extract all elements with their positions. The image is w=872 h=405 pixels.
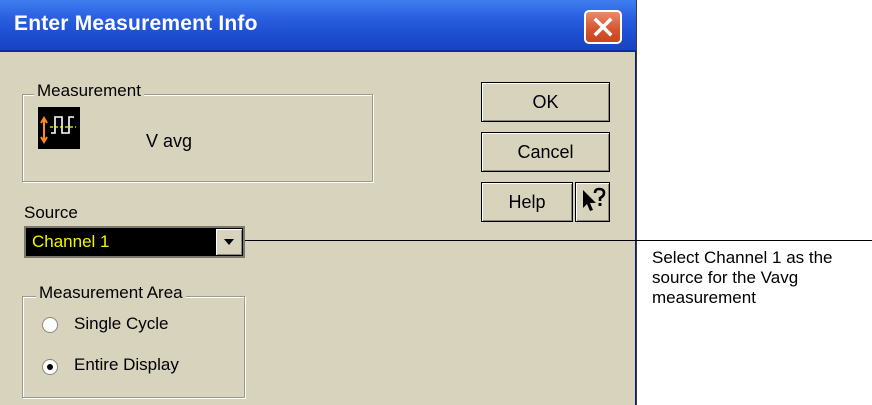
- whats-this-icon: [583, 187, 606, 211]
- help-button[interactable]: Help: [481, 182, 573, 222]
- source-selected-value: Channel 1: [32, 232, 110, 251]
- close-button[interactable]: [584, 10, 622, 44]
- whats-this-button[interactable]: [575, 182, 610, 222]
- help-label: Help: [508, 192, 546, 212]
- annotation-line-3: measurement: [652, 288, 756, 307]
- close-icon: [593, 17, 613, 37]
- cancel-button[interactable]: Cancel: [481, 132, 610, 172]
- title-bar[interactable]: Enter Measurement Info: [0, 0, 637, 52]
- vavg-waveform-icon: [38, 107, 80, 149]
- annotation-line-1: Select Channel 1 as the: [652, 248, 833, 267]
- radio-entire-display[interactable]: [42, 359, 58, 375]
- ok-label: OK: [532, 92, 559, 112]
- radio-single-cycle[interactable]: [42, 317, 58, 333]
- source-select[interactable]: Channel 1: [24, 226, 245, 258]
- measurement-area-legend: Measurement Area: [36, 283, 186, 303]
- measurement-legend: Measurement: [34, 81, 144, 101]
- measurement-dialog: Enter Measurement Info Measurement V avg…: [0, 0, 637, 405]
- ok-button[interactable]: OK: [481, 82, 610, 122]
- source-label: Source: [24, 203, 78, 222]
- cancel-label: Cancel: [517, 142, 574, 162]
- radio-selected-dot: [47, 364, 53, 370]
- dialog-title: Enter Measurement Info: [14, 12, 258, 35]
- source-dropdown-button[interactable]: [216, 229, 242, 255]
- dialog-right-edge: [636, 0, 637, 405]
- annotation-line-2: source for the Vavg: [652, 268, 799, 287]
- measurement-area-group: [22, 296, 245, 398]
- measurement-name: V avg: [146, 131, 193, 151]
- entire-display-label[interactable]: Entire Display: [74, 355, 179, 375]
- chevron-down-icon: [224, 239, 234, 245]
- single-cycle-label[interactable]: Single Cycle: [74, 314, 169, 334]
- callout-line: [245, 240, 872, 241]
- annotation-text: Select Channel 1 as the source for the V…: [652, 248, 872, 308]
